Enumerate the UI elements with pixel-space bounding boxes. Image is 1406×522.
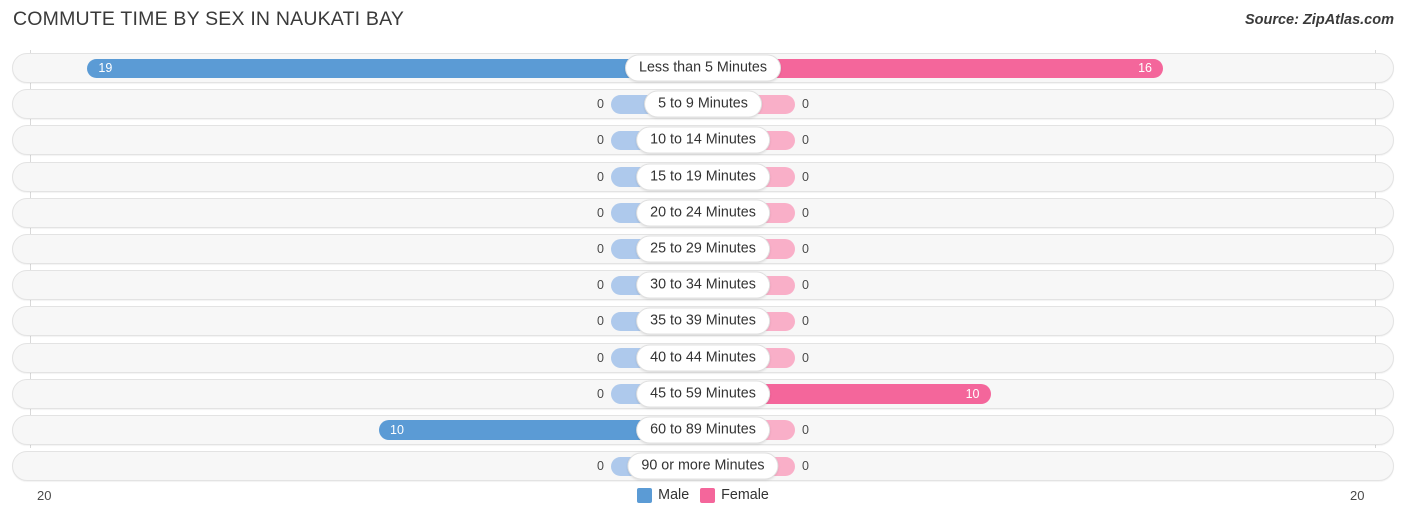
row-bars: 0 10 45 to 59 Minutes bbox=[0, 376, 1406, 412]
bar-value-female: 16 bbox=[1138, 61, 1152, 76]
bar-value-female: 0 bbox=[802, 97, 809, 112]
category-label: 40 to 44 Minutes bbox=[636, 344, 770, 372]
row-bars: 0 0 40 to 44 Minutes bbox=[0, 340, 1406, 376]
bar-value-female: 0 bbox=[802, 133, 809, 148]
category-label: Less than 5 Minutes bbox=[625, 54, 781, 82]
category-label: 35 to 39 Minutes bbox=[636, 307, 770, 335]
row-bars: 0 0 25 to 29 Minutes bbox=[0, 231, 1406, 267]
row-bars: 19 16 Less than 5 Minutes bbox=[0, 50, 1406, 86]
axis-tick-right: 20 bbox=[1350, 488, 1365, 503]
legend-item-male[interactable]: Male bbox=[637, 487, 689, 503]
bar-value-male: 0 bbox=[597, 278, 604, 293]
bar-value-male: 0 bbox=[597, 459, 604, 474]
row-bars: 0 0 20 to 24 Minutes bbox=[0, 195, 1406, 231]
bar-male[interactable]: 19 bbox=[87, 58, 703, 78]
chart-row: 19 16 Less than 5 Minutes bbox=[0, 50, 1406, 86]
chart-row: 0 0 40 to 44 Minutes bbox=[0, 340, 1406, 376]
row-bars: 0 0 35 to 39 Minutes bbox=[0, 303, 1406, 339]
bar-value-female: 10 bbox=[965, 386, 980, 401]
bar-value-male: 0 bbox=[597, 386, 604, 401]
axis-tick-left: 20 bbox=[37, 488, 52, 503]
bar-value-female: 0 bbox=[802, 242, 809, 257]
bar-value-male: 0 bbox=[597, 133, 604, 148]
source-attribution: Source: ZipAtlas.com bbox=[1244, 12, 1394, 28]
category-label: 25 to 29 Minutes bbox=[636, 235, 770, 263]
category-label: 90 or more Minutes bbox=[627, 452, 779, 480]
bar-value-female: 0 bbox=[802, 278, 809, 293]
bar-value-female: 0 bbox=[802, 169, 809, 184]
chart-plot-area: 19 16 Less than 5 Minutes 0 0 5 to 9 Minutes 0… bbox=[0, 50, 1406, 485]
bar-value-male: 0 bbox=[597, 169, 604, 184]
chart-legend: Male Female bbox=[0, 487, 1406, 503]
row-bars: 0 0 30 to 34 Minutes bbox=[0, 267, 1406, 303]
chart-row: 0 0 15 to 19 Minutes bbox=[0, 159, 1406, 195]
category-label: 30 to 34 Minutes bbox=[636, 271, 770, 299]
chart-row: 0 10 45 to 59 Minutes bbox=[0, 376, 1406, 412]
page-title: COMMUTE TIME BY SEX IN NAUKATI BAY bbox=[13, 8, 405, 30]
legend-swatch-icon bbox=[700, 487, 716, 503]
category-label: 60 to 89 Minutes bbox=[636, 416, 770, 444]
bar-value-male: 0 bbox=[597, 242, 604, 257]
legend-label: Male bbox=[658, 487, 690, 503]
bar-value-male: 0 bbox=[597, 97, 604, 112]
bar-value-male: 0 bbox=[597, 314, 604, 329]
category-label: 20 to 24 Minutes bbox=[636, 199, 770, 227]
chart-row: 0 0 5 to 9 Minutes bbox=[0, 86, 1406, 122]
bar-value-female: 0 bbox=[802, 422, 809, 437]
row-bars: 0 0 90 or more Minutes bbox=[0, 448, 1406, 484]
legend-label: Female bbox=[721, 487, 769, 503]
chart-row: 0 0 90 or more Minutes bbox=[0, 448, 1406, 484]
bar-value-male: 0 bbox=[597, 350, 604, 365]
category-label: 5 to 9 Minutes bbox=[644, 90, 762, 118]
chart-page: COMMUTE TIME BY SEX IN NAUKATI BAY Sourc… bbox=[0, 0, 1406, 522]
bar-value-male: 10 bbox=[390, 423, 404, 438]
category-label: 10 to 14 Minutes bbox=[636, 126, 770, 154]
row-bars: 0 0 10 to 14 Minutes bbox=[0, 122, 1406, 158]
chart-row: 0 0 35 to 39 Minutes bbox=[0, 303, 1406, 339]
chart-row: 10 0 60 to 89 Minutes bbox=[0, 412, 1406, 448]
row-bars: 0 0 15 to 19 Minutes bbox=[0, 159, 1406, 195]
legend-swatch-icon bbox=[637, 487, 653, 503]
chart-rows: 19 16 Less than 5 Minutes 0 0 5 to 9 Minutes 0… bbox=[0, 50, 1406, 484]
bar-value-female: 0 bbox=[802, 205, 809, 220]
bar-value-male: 19 bbox=[98, 61, 113, 76]
legend-item-female[interactable]: Female bbox=[700, 487, 769, 503]
chart-row: 0 0 30 to 34 Minutes bbox=[0, 267, 1406, 303]
row-bars: 0 0 5 to 9 Minutes bbox=[0, 86, 1406, 122]
chart-row: 0 0 10 to 14 Minutes bbox=[0, 122, 1406, 158]
bar-value-male: 0 bbox=[597, 205, 604, 220]
bar-value-female: 0 bbox=[802, 350, 809, 365]
category-label: 15 to 19 Minutes bbox=[636, 163, 770, 191]
chart-row: 0 0 25 to 29 Minutes bbox=[0, 231, 1406, 267]
category-label: 45 to 59 Minutes bbox=[636, 380, 770, 408]
bar-value-female: 0 bbox=[802, 314, 809, 329]
row-bars: 10 0 60 to 89 Minutes bbox=[0, 412, 1406, 448]
chart-row: 0 0 20 to 24 Minutes bbox=[0, 195, 1406, 231]
bar-value-female: 0 bbox=[802, 459, 809, 474]
